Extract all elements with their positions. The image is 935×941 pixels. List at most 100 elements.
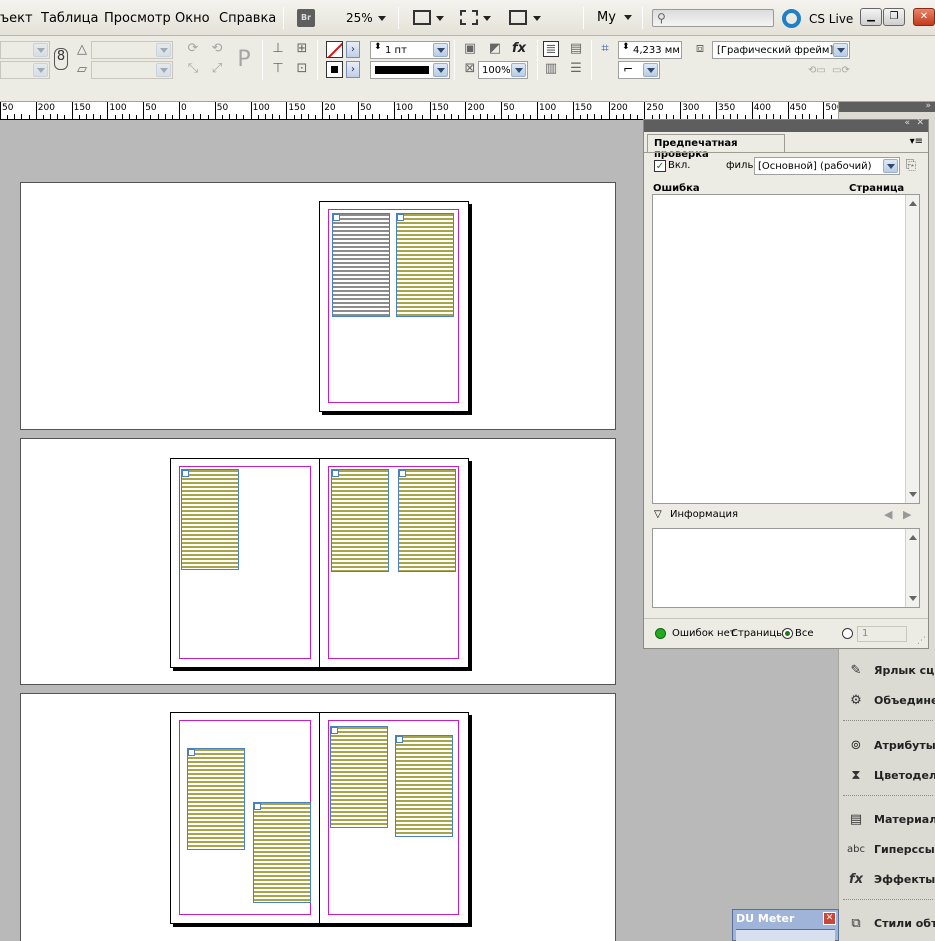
column-header-page[interactable]: Страница [849,183,904,194]
page-1[interactable] [319,201,469,412]
object-style-dropdown-icon[interactable] [833,43,848,57]
restore-button[interactable]: ❐ [883,8,905,26]
arrange-documents-icon[interactable] [509,10,527,25]
text-wrap-shape-icon[interactable]: ▥ [543,61,559,77]
corner-shape-field[interactable]: ⌐ [618,61,660,79]
select-next-icon[interactable]: ⊡ [294,61,310,77]
text-frame[interactable] [330,726,388,828]
panel-close-icon[interactable]: ✕ [916,118,924,128]
panel-titlebar[interactable]: « ✕ [644,118,928,132]
error-list-scrollbar[interactable] [905,195,919,503]
opacity-dropdown-icon[interactable] [511,63,526,77]
pages-all-radio[interactable] [782,628,793,639]
select-container-icon[interactable]: ⊥ [270,41,286,57]
text-frame[interactable] [331,469,389,572]
reference-point-p-icon[interactable]: P [234,48,254,72]
stroke-weight-field[interactable]: ⬍ 1 пт [370,41,450,59]
prev-error-icon[interactable]: ◀ [884,508,892,521]
menu-help[interactable]: Справка [219,11,276,26]
dock-item-merge[interactable]: ⚙ Объедине... [847,690,935,712]
view-options-icon[interactable] [413,10,431,25]
shear-field[interactable] [91,61,173,79]
pages-range-field[interactable]: 1 [857,626,907,642]
pages-range-radio[interactable] [842,628,853,639]
corner-size-field[interactable]: ⬍ 4,233 мм [618,41,682,59]
define-profiles-icon[interactable]: ⎘ [903,158,919,174]
dock-item-separations[interactable]: ⧗ Цветодел... [847,765,935,787]
spread-2[interactable] [20,438,616,685]
cs-live-icon[interactable] [782,9,801,28]
horizontal-ruler[interactable]: 50 200 150 100 50 0 50 100 150 20 50 100 150 200 50 100… [0,102,838,120]
cs-live-label[interactable]: CS Live [809,12,853,26]
text-frame[interactable] [253,802,311,903]
text-wrap-none-icon[interactable]: ≣ [543,41,559,57]
dock-item-effects[interactable]: fx Эффекты [847,869,935,891]
scroll-up-icon[interactable] [909,201,917,206]
profile-select[interactable]: [Основной] (рабочий) [754,157,900,175]
spread-1[interactable] [20,182,616,430]
info-toggle-icon[interactable]: ▽ [654,509,662,520]
bridge-button[interactable]: Br [297,9,315,27]
zoom-level[interactable]: 25% [346,11,373,25]
fill-swatch[interactable] [326,61,343,78]
text-frame[interactable] [187,748,245,850]
dock-item-hyperlinks[interactable]: abc Гиперссы... [847,839,935,861]
text-wrap-jump-icon[interactable]: ☰ [568,61,584,77]
dock-collapse-icon[interactable]: » [925,101,931,111]
frame-fit-icon[interactable]: ▣ [462,41,478,57]
constrain-proportions-icon[interactable]: 8 [54,48,68,70]
view-options-dropdown-icon[interactable] [436,16,444,21]
flip-icon[interactable]: ⤡ [185,61,201,77]
scroll-down-icon[interactable] [909,492,917,497]
select-previous-icon[interactable]: ⊤ [270,61,286,77]
dock-item-object-styles[interactable]: ⧉ Стили объ... [847,913,935,935]
stroke-weight-dropdown-icon[interactable] [433,43,448,57]
y-field[interactable] [0,61,50,79]
text-frame[interactable] [395,735,453,837]
du-meter-close-button[interactable]: ✕ [823,912,836,925]
scroll-up-icon[interactable] [909,535,917,540]
tab-preflight[interactable]: Предпечатная проверка [647,134,785,160]
zoom-dropdown-icon[interactable] [378,16,386,21]
stroke-menu-button[interactable]: › [346,41,360,58]
du-meter-window[interactable]: DU Meter ✕ [732,909,839,941]
info-scrollbar[interactable] [905,529,919,607]
minimize-button[interactable]: ▁ [860,8,882,26]
corner-spinner-icon[interactable]: ⬍ [622,42,630,52]
menu-window[interactable]: Окно [175,11,210,26]
dock-header[interactable] [839,102,935,112]
stroke-swatch[interactable] [326,41,343,58]
scroll-down-icon[interactable] [909,596,917,601]
workspace-switcher[interactable]: My [597,10,616,25]
opacity-field[interactable]: 100% [478,61,528,79]
dock-item-attributes[interactable]: ⊚ Атрибуты [847,735,935,757]
screen-mode-icon[interactable] [460,10,478,25]
text-frame[interactable] [398,469,456,572]
corner-shape-dropdown-icon[interactable] [643,63,658,77]
text-frame[interactable] [396,213,454,317]
clear-overrides-icon[interactable]: ⟲▭ [808,63,826,79]
dock-item-material[interactable]: ▤ Материал [847,809,935,831]
flip-vertical-icon[interactable]: ⤢ [209,61,225,77]
profile-dropdown-icon[interactable] [883,159,898,173]
panel-collapse-icon[interactable]: « [904,118,910,128]
select-content-icon[interactable]: ⊞ [294,41,310,57]
spread-3[interactable] [20,693,616,941]
arrange-dropdown-icon[interactable] [533,16,541,21]
stroke-type-dropdown-icon[interactable] [433,63,448,77]
rotate-ccw-icon[interactable]: ⟲ [209,41,225,57]
page-2[interactable] [170,458,320,668]
dock-item-script-label[interactable]: ✎ Ярлык сц... [847,660,935,682]
column-header-error[interactable]: Ошибка [653,183,700,194]
next-error-icon[interactable]: ▶ [903,508,911,521]
fx-effects-icon[interactable]: fx [511,41,527,57]
panel-menu-icon[interactable]: ▾≡ [910,136,923,147]
page-3[interactable] [319,458,469,668]
text-wrap-bbox-icon[interactable]: ▤ [568,41,584,57]
object-style-select[interactable]: [Графический фрейм] [712,41,850,59]
new-style-icon[interactable]: ▭⟳ [832,63,850,79]
error-list[interactable] [652,194,920,504]
menu-view[interactable]: Просмотр [104,11,171,26]
text-frame[interactable] [332,213,390,317]
menu-object[interactable]: ъект [0,11,33,26]
